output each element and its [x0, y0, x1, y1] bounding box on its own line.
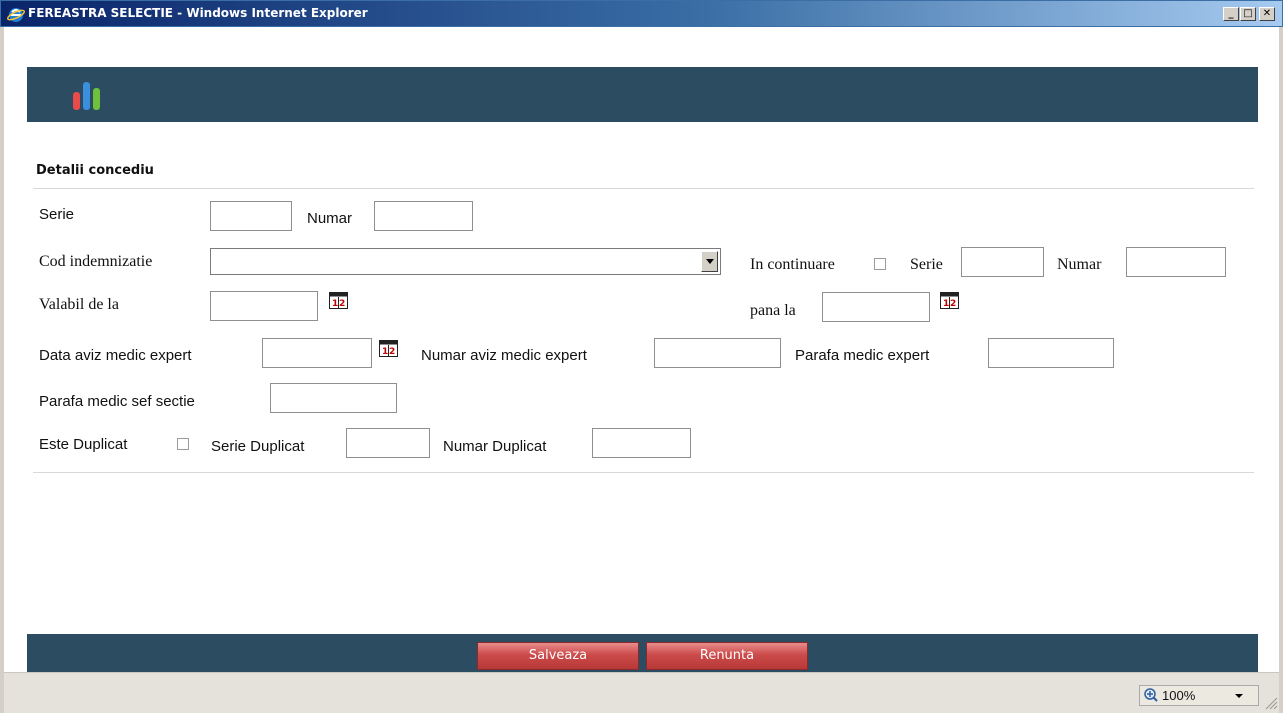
save-button[interactable]: Salveaza: [477, 642, 639, 670]
pana-la-input[interactable]: [822, 292, 930, 322]
numar-duplicat-input[interactable]: [592, 428, 691, 458]
zoom-level: 100%: [1162, 688, 1196, 703]
window-title: FEREASTRA SELECTIE - Windows Internet Ex…: [28, 6, 368, 20]
status-bar: [4, 672, 1279, 713]
svg-text:2: 2: [339, 299, 345, 309]
valabil-de-la-label: Valabil de la: [39, 296, 119, 313]
data-aviz-input[interactable]: [262, 338, 372, 368]
internet-explorer-icon: [7, 8, 25, 22]
parafa-expert-input[interactable]: [988, 338, 1114, 368]
numar-aviz-input[interactable]: [654, 338, 781, 368]
calendar-icon[interactable]: 1 2: [379, 340, 398, 357]
section-title: Detalii concediu: [36, 163, 154, 178]
numar-aviz-label: Numar aviz medic expert: [421, 347, 587, 364]
calendar-icon[interactable]: 1 2: [329, 292, 348, 309]
numar-continuare-label: Numar: [1057, 256, 1102, 273]
numar-continuare-input[interactable]: [1126, 247, 1226, 277]
parafa-sef-label: Parafa medic sef sectie: [39, 393, 195, 410]
serie-input[interactable]: [210, 201, 292, 231]
maximize-button[interactable]: □: [1240, 7, 1256, 21]
serie-continuare-input[interactable]: [961, 247, 1044, 277]
numar-input[interactable]: [374, 201, 473, 231]
serie-continuare-label: Serie: [910, 256, 943, 273]
in-continuare-label: In continuare: [750, 256, 835, 273]
svg-text:1: 1: [943, 299, 949, 309]
window-frame: [0, 27, 1283, 713]
serie-duplicat-label: Serie Duplicat: [211, 438, 305, 455]
minimize-button[interactable]: _: [1223, 7, 1239, 21]
cancel-button[interactable]: Renunta: [646, 642, 808, 670]
serie-label: Serie: [39, 206, 75, 223]
form-divider: [33, 472, 1254, 473]
data-aviz-label: Data aviz medic expert: [39, 347, 192, 364]
cod-indemnizatie-label: Cod indemnizatie: [39, 253, 153, 270]
svg-text:1: 1: [382, 347, 388, 357]
resize-grip-icon[interactable]: [1264, 696, 1278, 710]
este-duplicat-label: Este Duplicat: [39, 436, 128, 453]
svg-text:2: 2: [950, 299, 956, 309]
zoom-icon: [1144, 688, 1158, 702]
dropdown-arrow-icon[interactable]: [701, 251, 718, 272]
calendar-icon[interactable]: 1 2: [940, 292, 959, 309]
zoom-control[interactable]: 100%: [1139, 685, 1259, 706]
header-band: [27, 67, 1258, 122]
numar-duplicat-label: Numar Duplicat: [443, 438, 547, 455]
cod-indemnizatie-select[interactable]: [210, 248, 721, 275]
close-button[interactable]: ✕: [1259, 7, 1275, 21]
bar-chart-logo-icon: [73, 82, 100, 110]
valabil-de-la-input[interactable]: [210, 291, 318, 321]
este-duplicat-checkbox[interactable]: [177, 438, 189, 450]
section-divider: [33, 188, 1254, 189]
footer-band: [27, 634, 1258, 672]
parafa-sef-input[interactable]: [270, 383, 397, 413]
serie-duplicat-input[interactable]: [346, 428, 430, 458]
svg-text:2: 2: [389, 347, 395, 357]
numar-label: Numar: [307, 210, 353, 227]
title-bar: FEREASTRA SELECTIE - Windows Internet Ex…: [0, 0, 1283, 27]
parafa-expert-label: Parafa medic expert: [795, 347, 930, 364]
in-continuare-checkbox[interactable]: [874, 258, 886, 270]
svg-text:1: 1: [332, 299, 338, 309]
pana-la-label: pana la: [750, 302, 796, 319]
chevron-down-icon[interactable]: [1235, 694, 1243, 698]
